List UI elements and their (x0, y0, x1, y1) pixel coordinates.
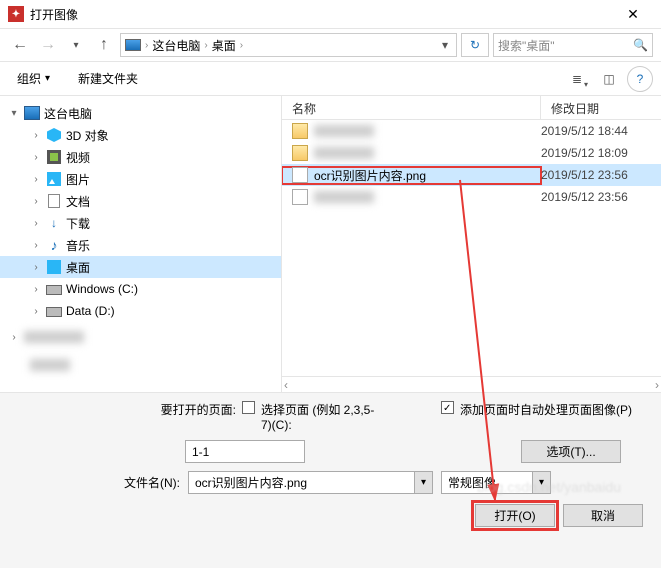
watermark: blog.csdn.net/yanbaidu (477, 479, 621, 495)
music-icon: ♪ (46, 238, 62, 252)
tree-node-pictures[interactable]: ›图片 (0, 168, 281, 190)
image-file-icon (292, 167, 308, 183)
page-range-input[interactable]: 1-1 (185, 440, 305, 463)
list-item[interactable]: 2019/5/12 18:09 (282, 142, 661, 164)
tree-node-blurred[interactable]: › (0, 326, 281, 348)
crumb-segment[interactable]: 桌面 (212, 37, 236, 54)
chevron-icon: › (145, 40, 148, 51)
list-item[interactable]: 2019/5/12 23:56 (282, 186, 661, 208)
tree-node-videos[interactable]: ›视频 (0, 146, 281, 168)
pc-icon (125, 39, 141, 51)
col-name[interactable]: 名称 (282, 96, 541, 119)
blurred-label (314, 125, 374, 137)
tree-node-desktop[interactable]: ›桌面 (0, 256, 281, 278)
refresh-button[interactable]: ↻ (461, 33, 489, 57)
crumb-segment[interactable]: 这台电脑 (152, 37, 200, 54)
search-input[interactable]: 搜索"桌面" 🔍 (493, 33, 653, 57)
folder-icon (292, 123, 308, 139)
list-item-selected[interactable]: ocr识别图片内容.png 2019/5/12 23:56 (282, 164, 661, 186)
tree-node-documents[interactable]: ›文档 (0, 190, 281, 212)
app-icon: ✦ (8, 6, 24, 22)
filename-input[interactable]: ocr识别图片内容.png ▾ (188, 471, 433, 494)
tree-node-drive-c[interactable]: ›Windows (C:) (0, 278, 281, 300)
list-header: 名称 修改日期 (282, 96, 661, 120)
view-details-icon[interactable]: ≣▾ (563, 66, 591, 92)
options-button[interactable]: 选项(T)... (521, 440, 621, 463)
file-date: 2019/5/12 23:56 (541, 190, 661, 204)
window-title: 打开图像 (30, 6, 613, 23)
preview-pane-icon[interactable]: ◫ (595, 66, 623, 92)
file-name: ocr识别图片内容.png (314, 167, 426, 184)
organize-button[interactable]: 组织▾ (6, 66, 61, 92)
file-list: 名称 修改日期 2019/5/12 18:44 2019/5/12 18:09 … (282, 96, 661, 392)
blurred-label (24, 331, 84, 343)
back-button[interactable]: ← (8, 33, 32, 57)
download-icon: ↓ (46, 216, 62, 230)
help-icon[interactable]: ? (627, 66, 653, 92)
chevron-icon: › (240, 40, 243, 51)
recent-dropdown[interactable]: ▾ (64, 33, 88, 57)
blurred-label (314, 147, 374, 159)
select-pages-checkbox[interactable] (242, 401, 255, 414)
toolbar: 组织▾ 新建文件夹 ≣▾ ◫ ? (0, 62, 661, 96)
open-button[interactable]: 打开(O) (475, 504, 555, 527)
tree-node-downloads[interactable]: ›↓下载 (0, 212, 281, 234)
search-placeholder: 搜索"桌面" (498, 37, 555, 54)
close-icon[interactable]: ✕ (613, 0, 653, 28)
dropdown-icon[interactable]: ▾ (414, 472, 432, 493)
search-icon: 🔍 (633, 38, 648, 52)
filename-label: 文件名(N): (10, 474, 180, 491)
image-file-icon (292, 189, 308, 205)
auto-process-checkbox[interactable] (441, 401, 454, 414)
list-item[interactable]: 2019/5/12 18:44 (282, 120, 661, 142)
file-date: 2019/5/12 18:09 (541, 146, 661, 160)
breadcrumb[interactable]: › 这台电脑 › 桌面 › ▾ (120, 33, 457, 57)
new-folder-button[interactable]: 新建文件夹 (67, 66, 149, 92)
folder-icon (292, 145, 308, 161)
tree-node-drive-d[interactable]: ›Data (D:) (0, 300, 281, 322)
cancel-button[interactable]: 取消 (563, 504, 643, 527)
chevron-icon: › (204, 40, 207, 51)
folder-tree[interactable]: ▾这台电脑 ›3D 对象 ›视频 ›图片 ›文档 ›↓下载 ›♪音乐 ›桌面 ›… (0, 96, 282, 392)
col-date[interactable]: 修改日期 (541, 96, 661, 119)
tree-node-3d[interactable]: ›3D 对象 (0, 124, 281, 146)
pages-label: 要打开的页面: (161, 401, 236, 418)
tree-node-music[interactable]: ›♪音乐 (0, 234, 281, 256)
tree-node-this-pc[interactable]: ▾这台电脑 (0, 102, 281, 124)
horizontal-scrollbar[interactable]: ‹› (282, 376, 661, 392)
blurred-label (30, 359, 70, 371)
nav-bar: ← → ▾ ↑ › 这台电脑 › 桌面 › ▾ ↻ 搜索"桌面" 🔍 (0, 28, 661, 62)
auto-process-label: 添加页面时自动处理页面图像(P) (460, 401, 632, 418)
crumb-dropdown-icon[interactable]: ▾ (442, 38, 452, 52)
file-date: 2019/5/12 18:44 (541, 124, 661, 138)
blurred-label (314, 191, 374, 203)
tree-node-blurred[interactable] (0, 354, 281, 376)
file-date: 2019/5/12 23:56 (541, 168, 661, 182)
up-button[interactable]: ↑ (92, 33, 116, 57)
forward-button[interactable]: → (36, 33, 60, 57)
title-bar: ✦ 打开图像 ✕ (0, 0, 661, 28)
select-pages-label: 选择页面 (例如 2,3,5-7)(C): (261, 401, 381, 432)
